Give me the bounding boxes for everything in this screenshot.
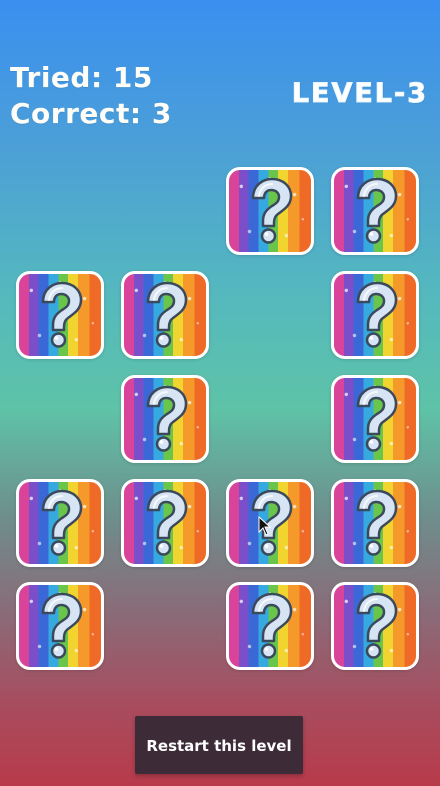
memory-card[interactable]	[16, 271, 104, 359]
memory-card[interactable]	[331, 479, 419, 567]
memory-card[interactable]	[331, 167, 419, 255]
question-mark-icon	[41, 489, 83, 556]
memory-card[interactable]	[16, 582, 104, 670]
question-mark-icon	[146, 385, 188, 452]
question-mark-icon	[356, 281, 398, 348]
memory-card[interactable]	[331, 271, 419, 359]
question-mark-icon	[356, 592, 398, 659]
question-mark-icon	[41, 592, 83, 659]
memory-card[interactable]	[226, 167, 314, 255]
memory-card[interactable]	[331, 375, 419, 463]
question-mark-icon	[356, 177, 398, 244]
question-mark-icon	[41, 281, 83, 348]
memory-card[interactable]	[226, 582, 314, 670]
question-mark-icon	[146, 281, 188, 348]
question-mark-icon	[251, 177, 293, 244]
mouse-cursor-icon	[258, 516, 272, 536]
question-mark-icon	[356, 385, 398, 452]
memory-card[interactable]	[121, 271, 209, 359]
memory-card[interactable]	[331, 582, 419, 670]
restart-level-button[interactable]: Restart this level	[135, 716, 303, 774]
question-mark-icon	[251, 592, 293, 659]
question-mark-icon	[356, 489, 398, 556]
question-mark-icon	[146, 489, 188, 556]
memory-card[interactable]	[121, 375, 209, 463]
card-board	[0, 0, 440, 786]
memory-card[interactable]	[121, 479, 209, 567]
memory-card[interactable]	[16, 479, 104, 567]
